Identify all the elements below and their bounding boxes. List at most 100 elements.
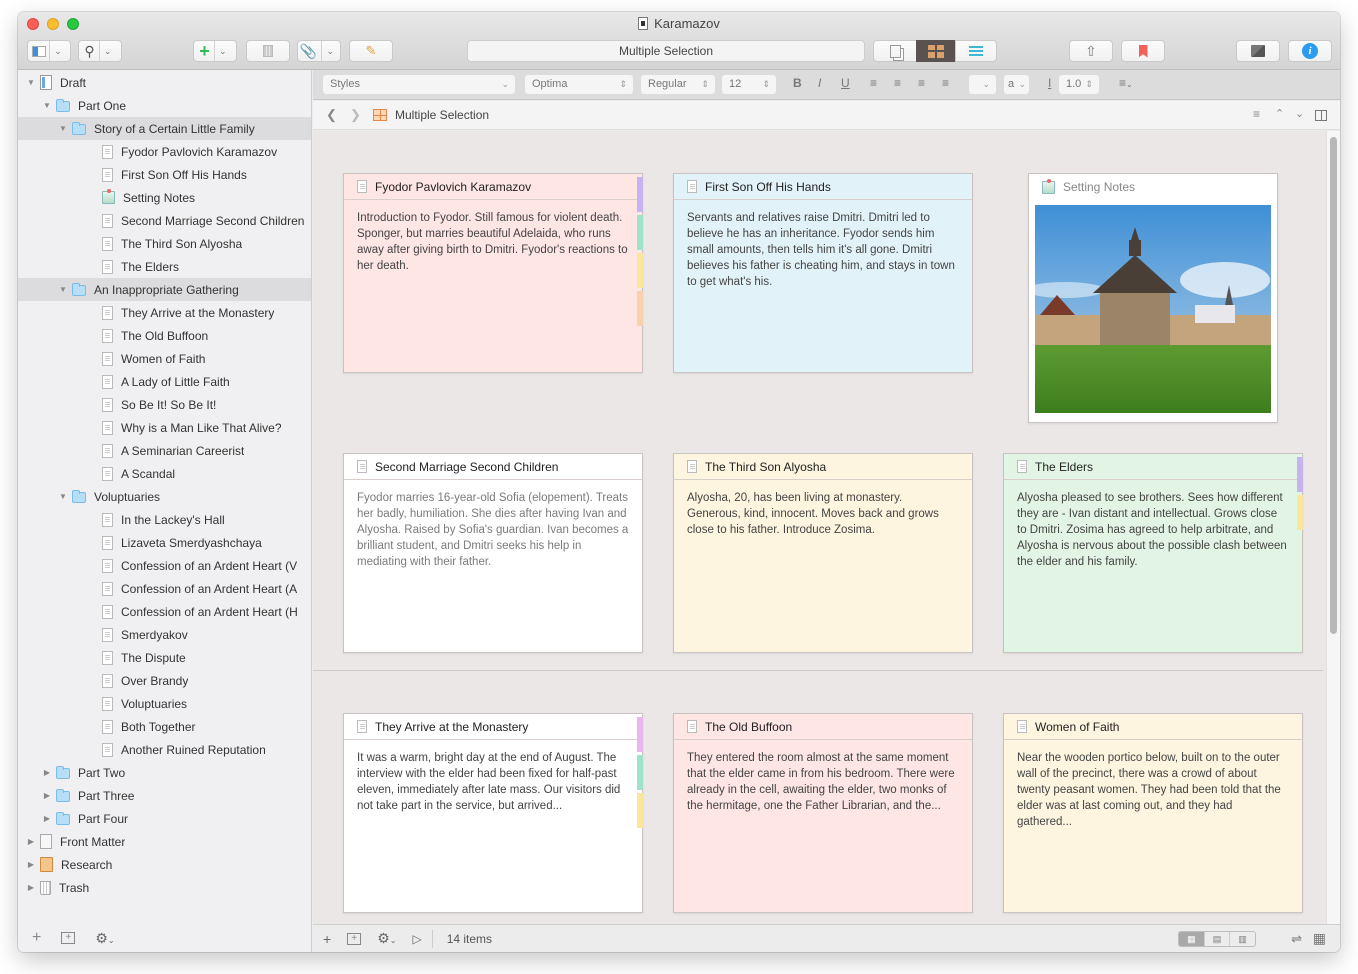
binder-item[interactable]: A Lady of Little Faith bbox=[18, 370, 311, 393]
align-justify-icon[interactable]: ≡ bbox=[942, 76, 949, 90]
binder-item[interactable]: First Son Off His Hands bbox=[18, 163, 311, 186]
gear-icon[interactable]: ⚙⌄ bbox=[377, 930, 396, 947]
share-button[interactable]: ⇧ bbox=[1069, 40, 1113, 62]
outline-view-button[interactable] bbox=[955, 40, 997, 62]
add-card-icon[interactable]: + bbox=[323, 931, 331, 947]
binder-item[interactable]: Confession of an Ardent Heart (V bbox=[18, 554, 311, 577]
binder-item[interactable]: A Seminarian Careerist bbox=[18, 439, 311, 462]
columns-layout-button[interactable]: ▥ bbox=[1230, 932, 1255, 946]
index-card[interactable]: Setting Notes bbox=[1028, 173, 1278, 423]
binder-item[interactable]: Both Together bbox=[18, 715, 311, 738]
rows-layout-button[interactable]: ▤ bbox=[1205, 932, 1231, 946]
binder-item[interactable]: Confession of an Ardent Heart (H bbox=[18, 600, 311, 623]
split-editor-icon[interactable] bbox=[1315, 110, 1327, 121]
binder-item[interactable]: ▼ Voluptuaries bbox=[18, 485, 311, 508]
binder-item[interactable]: ▶ Part Four bbox=[18, 807, 311, 830]
disclosure-expanded-icon[interactable]: ▼ bbox=[26, 78, 36, 87]
index-card[interactable]: The Elders Alyosha pleased to see brother… bbox=[1003, 453, 1303, 653]
previous-document-button[interactable]: ⌃ bbox=[1275, 107, 1284, 120]
index-card[interactable]: Women of Faith Near the wooden portico be… bbox=[1003, 713, 1303, 913]
disclosure-expanded-icon[interactable]: ▼ bbox=[58, 124, 68, 133]
binder-item[interactable]: The Third Son Alyosha bbox=[18, 232, 311, 255]
binder-item[interactable]: Confession of an Ardent Heart (A bbox=[18, 577, 311, 600]
binder-item[interactable]: ▼ Part One bbox=[18, 94, 311, 117]
text-color-select[interactable]: ⌄ bbox=[969, 75, 996, 94]
font-size-select[interactable]: 12 ⇕ bbox=[722, 75, 776, 94]
binder-item[interactable]: Lizaveta Smerdyashchaya bbox=[18, 531, 311, 554]
label-icon[interactable]: ▷ bbox=[412, 932, 421, 946]
binder-item[interactable]: Second Marriage Second Children bbox=[18, 209, 311, 232]
index-card[interactable]: They Arrive at the Monastery It was a war… bbox=[343, 713, 643, 913]
binder-item[interactable]: Why is a Man Like That Alive? bbox=[18, 416, 311, 439]
highlight-select[interactable]: a ⌄ bbox=[1004, 75, 1029, 94]
binder-item[interactable]: The Old Buffoon bbox=[18, 324, 311, 347]
italic-button[interactable]: I bbox=[818, 76, 821, 90]
grid-layout-button[interactable]: ▦ bbox=[1179, 932, 1205, 946]
binder-item[interactable]: ▶ Research bbox=[18, 853, 311, 876]
attach-button[interactable]: 📎 ⌄ bbox=[297, 40, 341, 62]
quick-search-button[interactable]: ⚲ ⌄ bbox=[78, 40, 122, 62]
vertical-scrollbar[interactable] bbox=[1326, 131, 1340, 924]
list-icon[interactable]: ≡⌄ bbox=[1119, 76, 1133, 90]
binder-item[interactable]: ▶ Part Three bbox=[18, 784, 311, 807]
binder-item[interactable]: So Be It! So Be It! bbox=[18, 393, 311, 416]
index-card[interactable]: Fyodor Pavlovich Karamazov Introduction t… bbox=[343, 173, 643, 373]
bookmark-button[interactable] bbox=[1121, 40, 1165, 62]
back-button[interactable]: ❮ bbox=[326, 107, 337, 123]
disclosure-collapsed-icon[interactable]: ▶ bbox=[42, 791, 52, 800]
disclosure-collapsed-icon[interactable]: ▶ bbox=[42, 768, 52, 777]
underline-button[interactable]: U bbox=[841, 76, 850, 90]
add-folder-icon[interactable]: + bbox=[61, 932, 76, 944]
forward-button[interactable]: ❯ bbox=[350, 107, 361, 123]
binder-item[interactable]: ▼ Draft bbox=[18, 71, 311, 94]
add-folder-icon[interactable]: + bbox=[347, 932, 362, 945]
binder-item[interactable]: ▶ Trash bbox=[18, 876, 311, 899]
disclosure-collapsed-icon[interactable]: ▶ bbox=[26, 860, 36, 869]
scrollbar-thumb[interactable] bbox=[1330, 137, 1337, 634]
composition-mode-button[interactable] bbox=[1236, 40, 1280, 62]
binder-item[interactable]: Another Ruined Reputation bbox=[18, 738, 311, 761]
corkboard-view-button[interactable] bbox=[916, 40, 956, 62]
inspector-button[interactable]: i bbox=[1288, 40, 1332, 62]
card-size-icon[interactable]: ▦ bbox=[1313, 930, 1326, 947]
bold-button[interactable]: B bbox=[793, 76, 802, 90]
index-card[interactable]: Second Marriage Second Children Fyodor ma… bbox=[343, 453, 643, 653]
binder-item[interactable]: ▶ Part Two bbox=[18, 761, 311, 784]
binder-item[interactable]: A Scandal bbox=[18, 462, 311, 485]
disclosure-collapsed-icon[interactable]: ▶ bbox=[26, 883, 36, 892]
font-weight-select[interactable]: Regular ⇕ bbox=[641, 75, 715, 94]
disclosure-collapsed-icon[interactable]: ▶ bbox=[26, 837, 36, 846]
binder-item[interactable]: Voluptuaries bbox=[18, 692, 311, 715]
scrivenings-view-button[interactable] bbox=[873, 40, 917, 62]
disclosure-expanded-icon[interactable]: ▼ bbox=[42, 101, 52, 110]
gear-icon[interactable]: ⚙⌄ bbox=[95, 930, 114, 947]
align-center-icon[interactable]: ≡ bbox=[894, 76, 901, 90]
align-right-icon[interactable]: ≡ bbox=[918, 76, 925, 90]
next-document-button[interactable]: ⌄ bbox=[1295, 107, 1304, 120]
binder-item[interactable]: Over Brandy bbox=[18, 669, 311, 692]
disclosure-expanded-icon[interactable]: ▼ bbox=[58, 492, 68, 501]
binder-item[interactable]: The Dispute bbox=[18, 646, 311, 669]
line-spacing-select[interactable]: 1.0 ⇕ bbox=[1059, 75, 1099, 94]
binder-item[interactable]: Fyodor Pavlovich Karamazov bbox=[18, 140, 311, 163]
add-item-icon[interactable]: + bbox=[32, 929, 41, 947]
binder-item[interactable]: ▼ Story of a Certain Little Family bbox=[18, 117, 311, 140]
corkboard-options-icon[interactable]: ⇌ bbox=[1291, 931, 1302, 947]
index-card[interactable]: The Third Son Alyosha Alyosha, 20, has be… bbox=[673, 453, 973, 653]
add-button[interactable]: + ⌄ bbox=[193, 40, 237, 62]
binder-item[interactable]: The Elders bbox=[18, 255, 311, 278]
binder-item[interactable]: In the Lackey's Hall bbox=[18, 508, 311, 531]
binder-item[interactable]: Setting Notes bbox=[18, 186, 311, 209]
trash-button[interactable] bbox=[246, 40, 290, 62]
align-left-icon[interactable]: ≡ bbox=[870, 76, 877, 90]
binder-item[interactable]: ▼ An Inappropriate Gathering bbox=[18, 278, 311, 301]
binder-item[interactable]: ▶ Front Matter bbox=[18, 830, 311, 853]
binder-item[interactable]: Smerdyakov bbox=[18, 623, 311, 646]
styles-select[interactable]: Styles ⌄ bbox=[323, 75, 515, 94]
binder-toggle-button[interactable]: ⌄ bbox=[27, 40, 71, 62]
header-menu-icon[interactable]: ≡ bbox=[1253, 107, 1260, 121]
index-card[interactable]: First Son Off His Hands Servants and rela… bbox=[673, 173, 973, 373]
binder-item[interactable]: Women of Faith bbox=[18, 347, 311, 370]
disclosure-expanded-icon[interactable]: ▼ bbox=[58, 285, 68, 294]
compose-button[interactable]: ✎ bbox=[349, 40, 393, 62]
